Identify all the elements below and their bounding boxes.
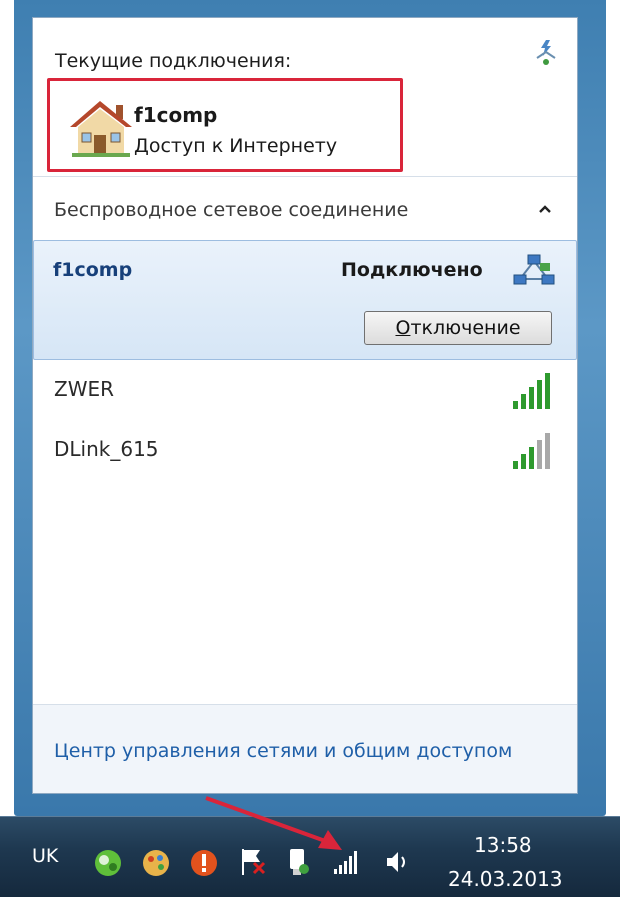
connected-network-icon <box>513 254 555 285</box>
current-connection-status: Доступ к Интернету <box>134 135 338 157</box>
annotation-arrow <box>205 796 342 850</box>
network-sharing-center-link[interactable]: Центр управления сетями и общим доступом <box>54 740 512 762</box>
clock-time[interactable]: 13:58 <box>474 833 532 857</box>
disconnect-label: тключение <box>410 317 521 339</box>
popup-footer: Центр управления сетями и общим доступом <box>33 705 577 793</box>
network-item-zwer[interactable]: ZWER <box>33 367 577 417</box>
signal-bar <box>513 461 518 469</box>
network-troubleshoot-icon[interactable] <box>533 38 559 68</box>
messenger-icon[interactable] <box>92 847 124 879</box>
disconnect-accel: О <box>395 317 411 339</box>
network-popup: Текущие подключения: f1comp Доступ к Инт… <box>32 17 578 794</box>
current-connection: f1comp Доступ к Интернету <box>47 78 403 172</box>
signal-strength-icon <box>513 433 550 469</box>
network-name: ZWER <box>54 377 115 401</box>
disconnect-button[interactable]: Отключение <box>364 311 552 345</box>
palette-icon[interactable] <box>140 847 172 879</box>
signal-bar <box>537 380 542 409</box>
volume-icon[interactable] <box>382 847 412 877</box>
network-item-selected[interactable]: f1comp Подключено Отключение <box>33 240 577 360</box>
signal-bar <box>537 440 542 469</box>
signal-bar <box>521 394 526 409</box>
clock-date[interactable]: 24.03.2013 <box>448 867 563 891</box>
connection-status: Подключено <box>341 259 483 281</box>
network-item-dlink-615[interactable]: DLink_615 <box>33 427 577 477</box>
language-indicator[interactable]: UK <box>32 845 58 867</box>
signal-bar <box>545 373 550 409</box>
current-connections-label: Текущие подключения: <box>55 50 292 72</box>
signal-strength-icon <box>513 373 550 409</box>
network-name: f1comp <box>53 259 133 281</box>
signal-bar <box>513 401 518 409</box>
signal-bar <box>521 454 526 469</box>
network-name: DLink_615 <box>54 437 159 461</box>
home-network-icon <box>70 101 132 157</box>
signal-bar <box>545 433 550 469</box>
chevron-up-icon[interactable] <box>538 204 552 214</box>
divider <box>33 176 577 177</box>
current-connection-name: f1comp <box>134 103 218 127</box>
signal-bar <box>529 447 534 469</box>
wireless-section-header: Беспроводное сетевое соединение <box>54 199 409 221</box>
signal-bar <box>529 387 534 409</box>
